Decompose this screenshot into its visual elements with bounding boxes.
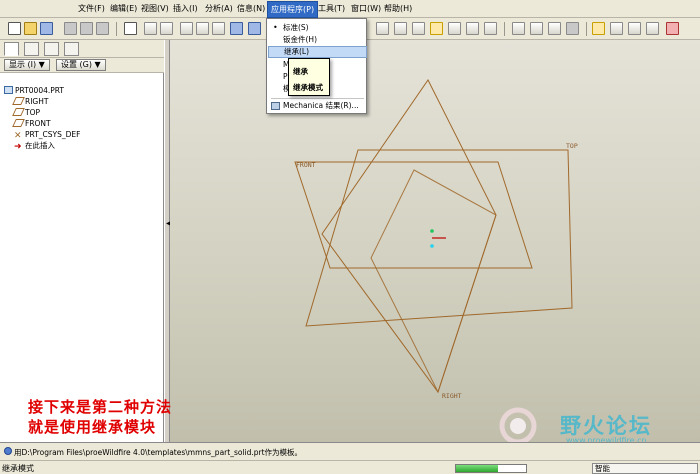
insert-here-icon: ➜ [14, 142, 22, 152]
menu-info[interactable]: 信息(N) [237, 3, 265, 14]
datum-axis-icon[interactable] [610, 22, 623, 35]
menu-item-inheritance[interactable]: 继承(L) [268, 46, 367, 58]
tree-item-front[interactable]: FRONT [12, 119, 51, 129]
menu-item-sheetmetal[interactable]: 钣金件(H) [268, 34, 367, 46]
tree-item-right[interactable]: RIGHT [12, 97, 48, 107]
tab-favorites[interactable] [44, 42, 59, 56]
forum-logo-icon [499, 407, 537, 444]
zoom-in-icon[interactable] [376, 22, 389, 35]
menu-file[interactable]: 文件(F) [78, 3, 105, 14]
datum-plane-icon[interactable] [592, 22, 605, 35]
paste-icon[interactable] [212, 22, 225, 35]
redo-icon[interactable] [160, 22, 173, 35]
csys-y-axis [430, 229, 434, 233]
reorient-icon[interactable] [430, 22, 443, 35]
top-label: TOP [566, 142, 578, 150]
saved-view-icon[interactable] [448, 22, 461, 35]
menu-item-mechanica-results[interactable]: Mechanica 结果(R)... [268, 100, 367, 112]
caption-line-2: 就是使用继承模块 [28, 418, 157, 436]
email-attachment-icon[interactable] [96, 22, 109, 35]
mechanica-icon [271, 102, 280, 110]
cut-icon[interactable] [180, 22, 193, 35]
menu-edit[interactable]: 编辑(E) [110, 3, 137, 14]
regenerate-icon[interactable] [230, 22, 243, 35]
front-label: FRONT [296, 161, 316, 169]
zoom-out-icon[interactable] [394, 22, 407, 35]
tree-item-csys[interactable]: ✕ PRT_CSYS_DEF [14, 130, 80, 141]
open-file-icon[interactable] [24, 22, 37, 35]
save-icon[interactable] [40, 22, 53, 35]
graphics-window[interactable]: FRONT TOP RIGHT [170, 40, 700, 442]
inheritance-submenu: 继承 继承模式 [288, 58, 330, 96]
settings-button[interactable]: 设置 (G) ▼ [56, 59, 106, 71]
status-text: 继承模式 [2, 464, 34, 473]
no-hidden-icon[interactable] [548, 22, 561, 35]
wireframe-icon[interactable] [512, 22, 525, 35]
zoom-fit-icon[interactable] [412, 22, 425, 35]
print-icon[interactable] [64, 22, 77, 35]
menu-bar: 文件(F) 编辑(E) 视图(V) 插入(I) 分析(A) 信息(N) 应用程序… [0, 0, 700, 18]
message-text: 用D:\Program Files\proeWildfire 4.0\templ… [14, 448, 303, 457]
csys-z-axis [430, 244, 434, 248]
forum-watermark: 野火论坛 www.proewildfire.cn [488, 406, 698, 445]
datum-planes-drawing: FRONT TOP RIGHT [294, 79, 578, 400]
submenu-item-inheritance-mode[interactable]: 继承模式 [293, 82, 323, 93]
selection-filter[interactable]: 智能 [592, 463, 698, 474]
selected-bullet-icon: • [273, 23, 278, 32]
copy-icon[interactable] [196, 22, 209, 35]
email-icon[interactable] [80, 22, 93, 35]
layer-icon[interactable] [466, 22, 479, 35]
submenu-item-inheritance[interactable]: 继承 [293, 66, 308, 77]
menu-help[interactable]: 帮助(H) [384, 3, 412, 14]
tab-connections[interactable] [64, 42, 79, 56]
menu-insert[interactable]: 插入(I) [173, 3, 198, 14]
tab-model-tree[interactable] [4, 42, 19, 56]
menu-window[interactable]: 窗口(W) [351, 3, 381, 14]
csys-icon[interactable] [646, 22, 659, 35]
datum-plane-icon [12, 119, 25, 127]
right-plane [321, 79, 497, 394]
undo-icon[interactable] [144, 22, 157, 35]
show-button[interactable]: 显示 (I) ▼ [4, 59, 50, 71]
regeneration-progress [455, 464, 527, 473]
hidden-line-icon[interactable] [530, 22, 543, 35]
model-tree-panel: 显示 (I) ▼ 设置 (G) ▼ PRT0004.PRT RIGHT TOP … [0, 40, 164, 442]
menu-view[interactable]: 视图(V) [141, 3, 169, 14]
menu-applications[interactable]: 应用程序(P) [267, 1, 319, 18]
tree-button-row: 显示 (I) ▼ 设置 (G) ▼ [0, 58, 164, 73]
new-file-icon[interactable] [8, 22, 21, 35]
regenerate-manager-icon[interactable] [248, 22, 261, 35]
info-icon [4, 447, 12, 455]
datum-plane-icon [12, 108, 25, 116]
right-label: RIGHT [442, 392, 462, 400]
menu-item-standard[interactable]: • 标准(S) [268, 22, 367, 34]
shaded-icon[interactable] [566, 22, 579, 35]
edit-icon[interactable] [124, 22, 137, 35]
menu-analysis[interactable]: 分析(A) [205, 3, 233, 14]
tree-item-part[interactable]: PRT0004.PRT [4, 86, 64, 96]
caption-line-1: 接下来是第二种方法 [28, 398, 173, 416]
menu-tools[interactable]: 工具(T) [318, 3, 345, 14]
csys-icon: ✕ [14, 131, 22, 141]
tree-item-top[interactable]: TOP [12, 108, 40, 118]
message-area: 用D:\Program Files\proeWildfire 4.0\templ… [0, 442, 700, 460]
model-display-icon[interactable] [484, 22, 497, 35]
right-plane-inner [370, 169, 497, 394]
navigator-tabs [0, 40, 164, 58]
datum-point-icon[interactable] [628, 22, 641, 35]
status-bar: 继承模式 智能 [0, 460, 700, 474]
tree-item-insert-here[interactable]: ➜ 在此插入 [14, 141, 55, 152]
annotation-icon[interactable] [666, 22, 679, 35]
datum-plane-icon [12, 97, 25, 105]
part-icon [4, 86, 13, 94]
tab-folder-browser[interactable] [24, 42, 39, 56]
progress-fill [456, 465, 498, 472]
